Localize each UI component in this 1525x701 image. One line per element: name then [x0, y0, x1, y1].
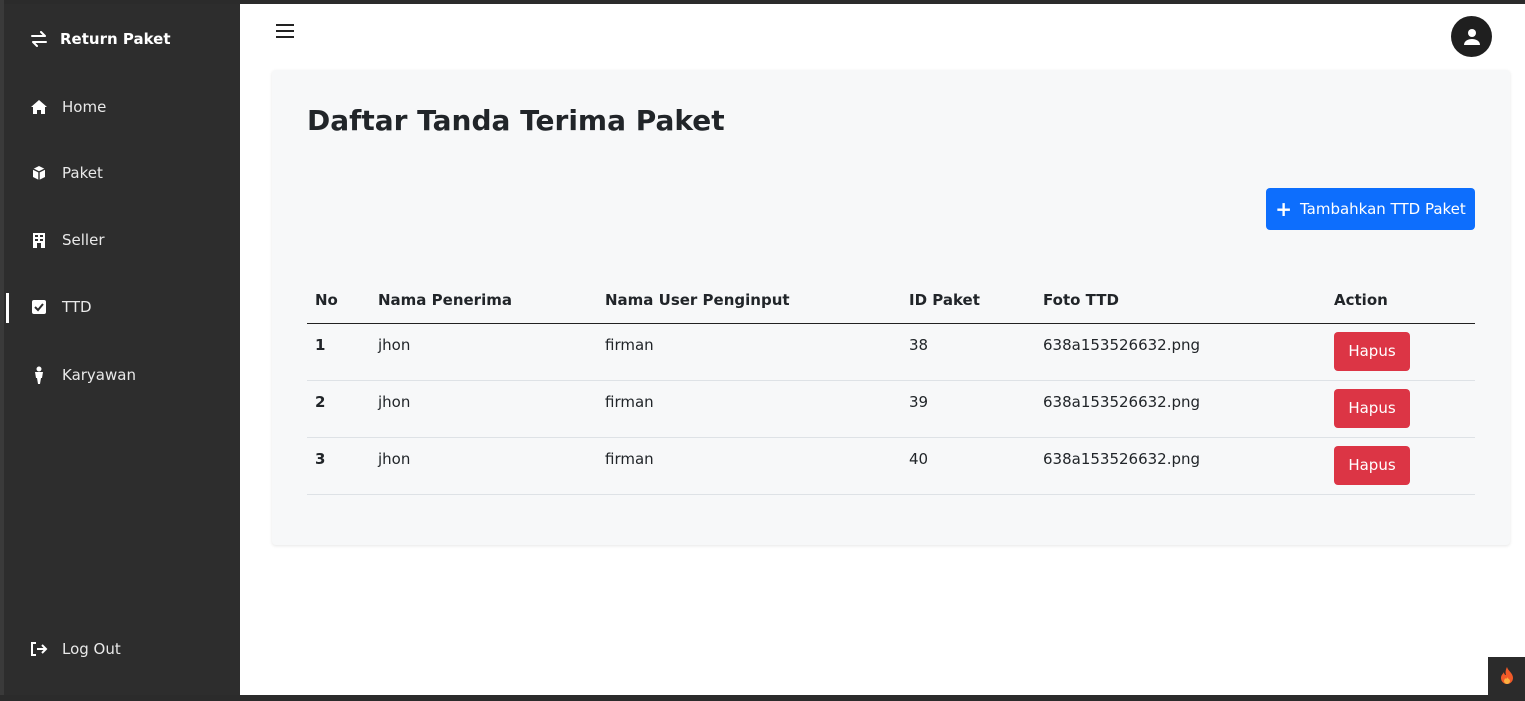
sidebar-item-label: TTD	[62, 298, 92, 316]
sidebar-item-home[interactable]: Home	[4, 89, 240, 125]
content-card: Daftar Tanda Terima Paket + Tambahkan TT…	[272, 70, 1510, 545]
cell-foto-ttd: 638a153526632.png	[1035, 380, 1326, 438]
building-icon	[30, 231, 48, 249]
cell-nama-user-penginput: firman	[597, 380, 901, 438]
sidebar-item-label: Paket	[62, 164, 103, 182]
cell-nama-penerima: jhon	[370, 380, 597, 438]
cell-id-paket: 38	[901, 323, 1035, 381]
hapus-button[interactable]: Hapus	[1334, 445, 1410, 485]
column-header-action: Action	[1326, 278, 1475, 324]
column-header-no: No	[307, 278, 370, 324]
cell-nama-penerima: jhon	[370, 437, 597, 495]
table-header-row: No Nama Penerima Nama User Penginput ID …	[307, 278, 1475, 324]
logout-button[interactable]: Log Out	[4, 631, 240, 667]
add-ttd-label: Tambahkan TTD Paket	[1299, 200, 1466, 218]
cell-nama-penerima: jhon	[370, 323, 597, 381]
sidebar-item-label: Karyawan	[62, 366, 136, 384]
cell-nama-user-penginput: firman	[597, 323, 901, 381]
plus-icon: +	[1275, 197, 1292, 221]
sidebar-item-seller[interactable]: Seller	[4, 222, 240, 258]
check-square-icon	[30, 298, 48, 316]
hapus-button[interactable]: Hapus	[1334, 331, 1410, 371]
ttd-table: No Nama Penerima Nama User Penginput ID …	[307, 278, 1475, 495]
flame-icon[interactable]	[1488, 657, 1525, 695]
cell-no: 1	[307, 323, 370, 381]
cell-action: Hapus	[1326, 380, 1475, 438]
main-content: Daftar Tanda Terima Paket + Tambahkan TT…	[240, 4, 1525, 695]
page-title: Daftar Tanda Terima Paket	[307, 104, 725, 137]
cell-action: Hapus	[1326, 323, 1475, 381]
user-avatar-icon[interactable]	[1451, 16, 1492, 57]
column-header-id-paket: ID Paket	[901, 278, 1035, 324]
column-header-foto-ttd: Foto TTD	[1035, 278, 1326, 324]
column-header-nama-user-penginput: Nama User Penginput	[597, 278, 901, 324]
cell-nama-user-penginput: firman	[597, 437, 901, 495]
table-row: 2 jhon firman 39 638a153526632.png Hapus	[307, 380, 1475, 438]
sidebar-item-karyawan[interactable]: Karyawan	[4, 357, 240, 393]
home-icon	[30, 98, 48, 116]
cell-no: 3	[307, 437, 370, 495]
swap-arrows-icon	[30, 30, 48, 48]
hamburger-icon[interactable]	[276, 24, 296, 40]
table-row: 1 jhon firman 38 638a153526632.png Hapus	[307, 323, 1475, 381]
brand-label: Return Paket	[60, 30, 171, 48]
column-header-nama-penerima: Nama Penerima	[370, 278, 597, 324]
cell-foto-ttd: 638a153526632.png	[1035, 437, 1326, 495]
cell-action: Hapus	[1326, 437, 1475, 495]
box-icon	[30, 164, 48, 182]
sidebar-item-ttd[interactable]: TTD	[4, 289, 240, 325]
logout-label: Log Out	[62, 640, 121, 658]
cell-id-paket: 39	[901, 380, 1035, 438]
add-ttd-button[interactable]: + Tambahkan TTD Paket	[1266, 188, 1475, 230]
cell-id-paket: 40	[901, 437, 1035, 495]
active-indicator	[6, 293, 9, 323]
logout-icon	[30, 640, 48, 658]
sidebar-item-paket[interactable]: Paket	[4, 155, 240, 191]
sidebar-item-label: Home	[62, 98, 107, 116]
sidebar: Return Paket Home Paket Seller TTD Karya…	[4, 4, 240, 695]
sidebar-item-label: Seller	[62, 231, 105, 249]
person-icon	[30, 366, 48, 384]
window-frame-bottom	[0, 695, 1525, 701]
table-row: 3 jhon firman 40 638a153526632.png Hapus	[307, 437, 1475, 495]
sidebar-brand[interactable]: Return Paket	[4, 21, 240, 57]
hapus-button[interactable]: Hapus	[1334, 388, 1410, 428]
cell-foto-ttd: 638a153526632.png	[1035, 323, 1326, 381]
cell-no: 2	[307, 380, 370, 438]
